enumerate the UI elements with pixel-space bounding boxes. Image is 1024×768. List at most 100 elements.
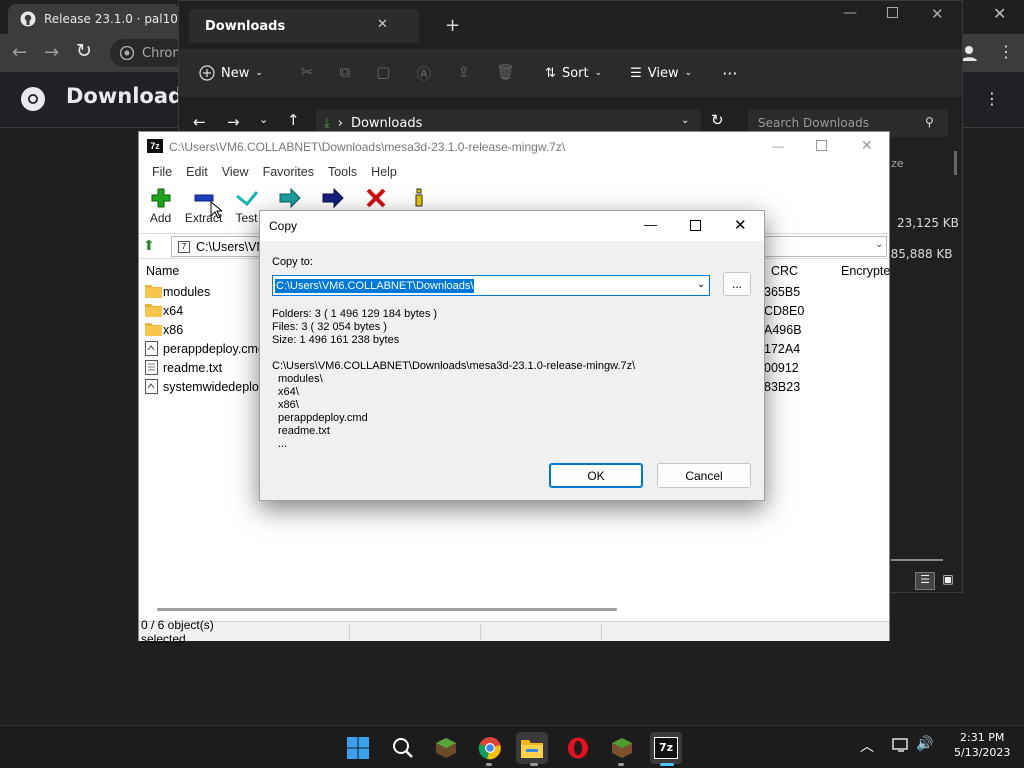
navy-arrow-icon — [322, 188, 344, 208]
more-options-icon[interactable]: ··· — [722, 64, 737, 83]
file-name: modules — [163, 285, 211, 299]
minecraft-launcher-icon[interactable] — [606, 732, 638, 764]
browse-button[interactable]: ... — [723, 272, 751, 296]
explorer-tab-close-icon[interactable]: ✕ — [377, 17, 388, 32]
chevron-down-icon: ⌄ — [684, 68, 693, 78]
refresh-icon[interactable]: ↻ — [711, 111, 724, 129]
column-crc[interactable]: CRC — [771, 264, 798, 278]
chrome-logo-icon — [120, 46, 134, 60]
ok-button[interactable]: OK — [549, 463, 643, 488]
add-label: Add — [149, 211, 172, 225]
file-crc: A496B — [764, 323, 802, 337]
paste-icon[interactable]: ▢ — [376, 63, 390, 84]
tiles-view-icon[interactable]: ▣ — [939, 572, 957, 590]
column-name[interactable]: Name — [146, 264, 179, 278]
chrome-menu-icon[interactable]: ⋮ — [998, 42, 1014, 61]
breadcrumb-separator-icon: › — [337, 115, 343, 131]
column-encrypted[interactable]: Encrypte — [841, 264, 890, 278]
copy-icon[interactable]: ⧉ — [339, 63, 350, 84]
recent-chevron-icon[interactable]: ⌄ — [259, 113, 268, 126]
start-icon[interactable] — [342, 732, 374, 764]
menu-tools[interactable]: Tools — [321, 162, 364, 182]
status-text: 0 / 6 object(s) selected — [141, 617, 214, 646]
reload-icon[interactable]: ↻ — [76, 40, 92, 62]
opera-icon[interactable] — [562, 732, 594, 764]
up-arrow-icon[interactable]: ↑ — [287, 111, 300, 129]
plus-circle-icon — [199, 65, 215, 81]
delete-icon[interactable]: 🗑 — [496, 63, 515, 84]
chrome-downloads-logo-icon — [20, 86, 46, 112]
menu-file[interactable]: File — [145, 162, 179, 182]
cancel-button[interactable]: Cancel — [657, 463, 751, 488]
new-tab-icon[interactable]: + — [445, 15, 460, 36]
info-icon — [412, 188, 426, 208]
github-icon — [20, 11, 36, 27]
destination-combobox[interactable]: C:\Users\VM6.COLLABNET\Downloads\ — [272, 275, 710, 296]
explorer-horizontal-scrollbar[interactable] — [891, 559, 943, 561]
new-button[interactable]: New ⌄ — [199, 65, 263, 81]
explorer-scrollbar[interactable] — [954, 151, 957, 175]
file-crc: CD8E0 — [764, 304, 805, 318]
address-dropdown-icon[interactable]: ⌄ — [681, 115, 689, 126]
file-size-1: 23,125 KB — [897, 216, 959, 230]
maximize-icon[interactable] — [887, 7, 898, 18]
file-icon — [145, 360, 158, 375]
menu-favorites[interactable]: Favorites — [256, 162, 321, 182]
explorer-tab[interactable]: Downloads ✕ — [189, 9, 419, 43]
dialog-maximize-icon[interactable] — [690, 220, 701, 231]
list-item: perappdeploy.cmd — [278, 412, 368, 424]
downloads-menu-icon[interactable]: ⋮ — [984, 89, 1000, 108]
dialog-minimize-icon[interactable]: — — [644, 217, 657, 232]
path-text: C:\Users\VM — [196, 239, 267, 254]
cut-icon[interactable]: ✂ — [301, 63, 314, 84]
size-info: Size: 1 496 161 238 bytes — [272, 334, 400, 346]
back-arrow-icon[interactable]: ← — [12, 42, 27, 63]
clock-date: 5/13/2023 — [954, 746, 1011, 759]
sevenzip-maximize-icon[interactable] — [816, 140, 827, 151]
download-arrow-icon: ⤓ — [324, 115, 330, 131]
files-info: Files: 3 ( 32 054 bytes ) — [272, 321, 387, 333]
dialog-close-icon[interactable]: ✕ — [734, 216, 747, 234]
details-view-icon[interactable]: ☰ — [915, 572, 935, 590]
chrome-tab-title: Release 23.1.0 · pal1000/m — [44, 12, 180, 26]
forward-arrow-icon[interactable]: → — [44, 42, 59, 63]
sevenzip-taskbar-icon[interactable]: 7z — [650, 732, 682, 764]
rename-icon[interactable]: Ⓐ — [416, 63, 431, 84]
menu-edit[interactable]: Edit — [179, 162, 215, 182]
clock-time: 2:31 PM — [960, 731, 1005, 744]
sort-icon: ⇅ — [545, 65, 556, 81]
clock[interactable]: 2:31 PM 5/13/2023 — [954, 730, 1010, 760]
sevenzip-minimize-icon[interactable]: — — [772, 139, 784, 153]
close-icon[interactable]: ✕ — [931, 5, 944, 23]
taskbar: 7z ︿ 🔊 2:31 PM 5/13/2023 — [0, 725, 1024, 768]
copy-dialog-title: Copy — [269, 219, 298, 233]
minimize-icon[interactable]: — — [843, 5, 857, 21]
up-folder-icon[interactable]: ⬆ — [143, 237, 155, 254]
destination-dropdown-icon[interactable]: ⌄ — [697, 279, 705, 290]
chrome-tab[interactable]: Release 23.1.0 · pal1000/m — [8, 4, 180, 34]
menu-help[interactable]: Help — [364, 162, 404, 182]
view-icon: ☰ — [630, 65, 642, 81]
chrome-close-icon[interactable]: ✕ — [993, 4, 1006, 23]
minecraft-icon[interactable] — [430, 732, 462, 764]
sort-button[interactable]: ⇅ Sort ⌄ — [545, 66, 602, 81]
search-icon: ⚲ — [925, 115, 934, 129]
volume-icon[interactable]: 🔊 — [916, 736, 933, 752]
add-button[interactable]: Add — [139, 184, 182, 230]
path-dropdown-icon[interactable]: ⌄ — [875, 239, 883, 250]
explorer-command-bar: New ⌄ ✂ ⧉ ▢ Ⓐ ⇪ 🗑 ⇅ Sort ⌄ ☰ View ⌄ ··· — [179, 49, 962, 97]
sort-label: Sort — [561, 65, 589, 81]
back-arrow-icon[interactable]: ← — [193, 113, 206, 131]
view-button[interactable]: ☰ View ⌄ — [630, 66, 692, 81]
sevenzip-close-icon[interactable]: ✕ — [861, 137, 873, 154]
chrome-taskbar-icon[interactable] — [474, 732, 506, 764]
menu-view[interactable]: View — [215, 162, 256, 182]
search-taskbar-icon[interactable] — [387, 732, 419, 764]
network-icon[interactable] — [892, 737, 910, 753]
file-explorer-icon[interactable] — [516, 732, 548, 764]
show-hidden-icons-icon[interactable]: ︿ — [860, 736, 874, 756]
file-name: x64 — [163, 304, 184, 318]
horizontal-scrollbar[interactable] — [157, 608, 617, 611]
forward-arrow-icon[interactable]: → — [227, 113, 240, 131]
share-icon[interactable]: ⇪ — [457, 63, 470, 84]
